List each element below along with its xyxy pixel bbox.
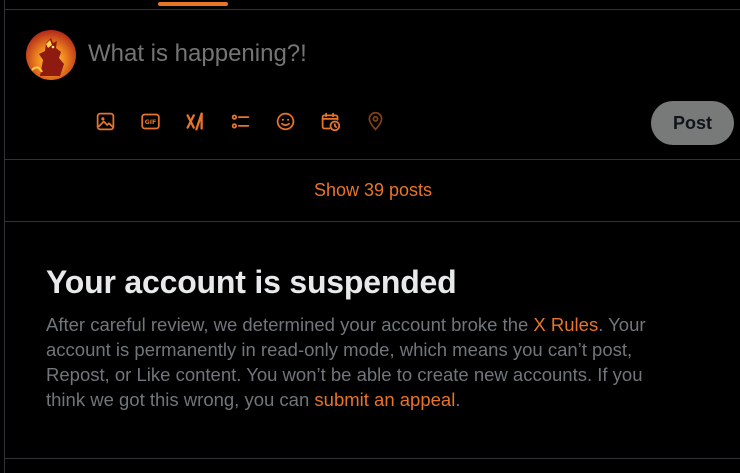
add-gif-button[interactable]: GIF (132, 106, 168, 142)
bottom-divider (5, 458, 740, 459)
show-new-posts-button[interactable]: Show 39 posts (5, 161, 740, 220)
timeline-column: GIF (4, 0, 740, 473)
suspension-title: Your account is suspended (46, 264, 457, 300)
image-icon (95, 111, 116, 137)
active-tab-indicator (158, 2, 228, 6)
schedule-icon (320, 111, 341, 137)
emoji-icon (275, 111, 296, 137)
post-button[interactable]: Post (651, 101, 734, 145)
schedule-button[interactable] (312, 106, 348, 142)
add-image-button[interactable] (87, 106, 123, 142)
x-rules-link[interactable]: X Rules (533, 314, 598, 335)
location-icon (365, 111, 386, 137)
poll-icon (230, 111, 251, 137)
location-button[interactable] (357, 106, 393, 142)
compose-divider (5, 159, 740, 160)
header-divider (5, 9, 740, 10)
emoji-button[interactable] (267, 106, 303, 142)
poll-button[interactable] (222, 106, 258, 142)
gif-icon: GIF (140, 111, 161, 137)
grok-icon (185, 111, 206, 137)
suspension-notice: Your account is suspended After careful … (46, 262, 686, 412)
svg-text:GIF: GIF (144, 119, 155, 126)
submit-appeal-link[interactable]: submit an appeal (314, 389, 455, 410)
compose-input[interactable] (88, 38, 608, 70)
avatar[interactable] (26, 30, 76, 80)
compose-toolbar: GIF (87, 106, 402, 142)
suspension-message: After careful review, we determined your… (46, 314, 646, 410)
grok-button[interactable] (177, 106, 213, 142)
show-posts-divider (5, 221, 740, 222)
